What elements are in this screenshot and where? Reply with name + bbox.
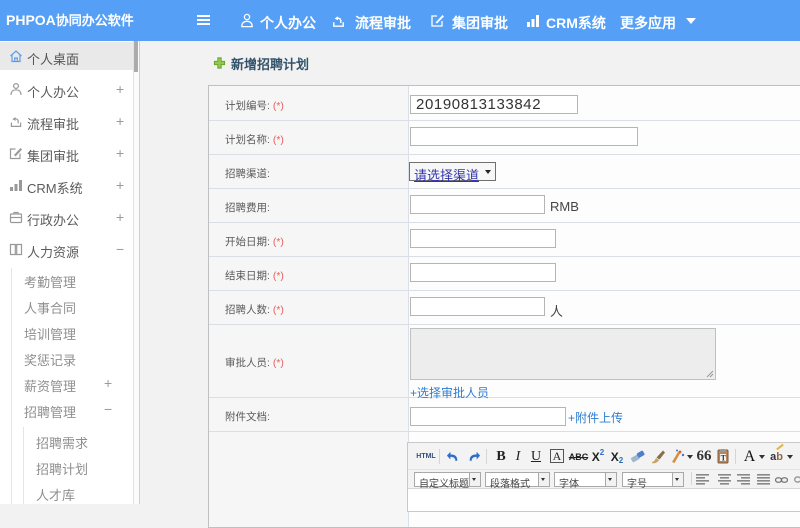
svg-text:T: T [721,454,727,463]
